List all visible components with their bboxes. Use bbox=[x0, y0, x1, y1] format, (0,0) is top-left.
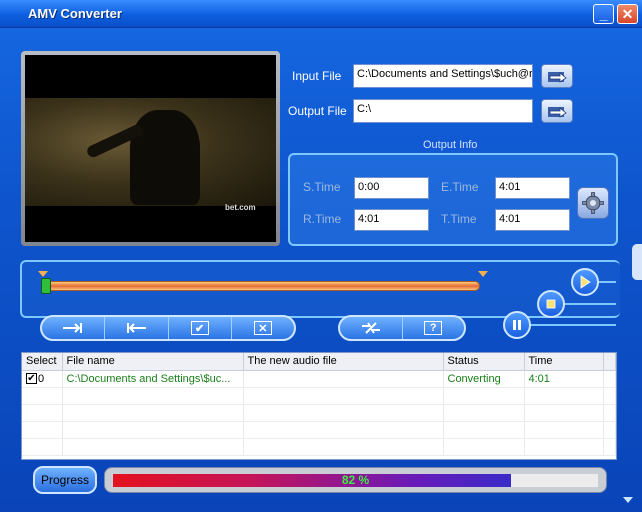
pause-icon bbox=[513, 320, 521, 330]
file-table: Select File name The new audio file Stat… bbox=[22, 353, 616, 456]
folder-arrow-icon bbox=[548, 107, 567, 118]
stop-button[interactable] bbox=[537, 290, 565, 318]
table-header-row: Select File name The new audio file Stat… bbox=[22, 353, 616, 371]
row-filler bbox=[603, 370, 616, 388]
play-button[interactable] bbox=[571, 268, 599, 296]
output-file-field[interactable]: C:\ bbox=[353, 99, 533, 123]
output-browse-button[interactable] bbox=[541, 99, 573, 123]
table-row[interactable]: ✔ 0 C:\Documents and Settings\$uc... Conv… bbox=[22, 370, 616, 388]
table-row bbox=[22, 421, 616, 439]
input-browse-button[interactable] bbox=[541, 64, 573, 88]
play-rail bbox=[596, 281, 616, 283]
t-time-field[interactable]: 4:01 bbox=[495, 209, 570, 231]
video-preview-frame: bet.com bbox=[21, 51, 280, 246]
close-icon: ✕ bbox=[621, 5, 634, 22]
progress-percent: 82 % bbox=[341, 473, 370, 487]
video-watermark: bet.com bbox=[225, 203, 256, 212]
r-time-label: R.Time bbox=[303, 212, 342, 226]
pause-rail bbox=[528, 324, 616, 326]
play-icon bbox=[580, 275, 591, 289]
pause-button[interactable] bbox=[503, 311, 531, 339]
s-time-field[interactable]: 0:00 bbox=[354, 177, 429, 199]
table-row bbox=[22, 387, 616, 405]
col-time[interactable]: Time bbox=[524, 353, 604, 371]
row-file-name: C:\Documents and Settings\$uc... bbox=[62, 370, 244, 388]
s-time-label: S.Time bbox=[303, 180, 341, 194]
e-time-label: E.Time bbox=[441, 180, 479, 194]
convert-button[interactable] bbox=[340, 317, 403, 339]
stop-rail bbox=[562, 303, 616, 305]
col-filler bbox=[603, 353, 616, 371]
input-file-label: Input File bbox=[292, 69, 342, 83]
minimize-icon: _ bbox=[599, 6, 608, 22]
col-new-audio-file[interactable]: The new audio file bbox=[243, 353, 444, 371]
gear-icon bbox=[582, 192, 604, 214]
video-preview: bet.com bbox=[25, 55, 276, 242]
input-file-field[interactable]: C:\Documents and Settings\$uch@r bbox=[353, 64, 533, 88]
set-start-button[interactable] bbox=[42, 317, 106, 339]
timeline-track[interactable] bbox=[44, 281, 480, 291]
window-title: AMV Converter bbox=[28, 6, 122, 21]
stop-icon bbox=[546, 299, 556, 309]
t-time-label: T.Time bbox=[441, 212, 477, 226]
help-button[interactable]: ? bbox=[403, 317, 465, 339]
row-select-cell[interactable]: ✔ 0 bbox=[22, 370, 63, 388]
convert-icon bbox=[361, 322, 380, 334]
col-status[interactable]: Status bbox=[443, 353, 525, 371]
check-all-icon: ✔ bbox=[190, 321, 209, 335]
check-all-button[interactable]: ✔ bbox=[169, 317, 232, 339]
start-marker[interactable] bbox=[38, 271, 48, 277]
end-marker[interactable] bbox=[478, 271, 488, 277]
timeline-slider-knob[interactable] bbox=[41, 278, 51, 294]
settings-button[interactable] bbox=[577, 187, 609, 219]
edit-toolbar: ✔ ✕ bbox=[40, 315, 296, 341]
set-end-button[interactable] bbox=[105, 317, 169, 339]
help-icon: ? bbox=[424, 321, 443, 335]
minimize-button[interactable]: _ bbox=[593, 4, 614, 24]
row-checkbox[interactable]: ✔ bbox=[26, 373, 37, 385]
output-file-label: Output File bbox=[288, 104, 347, 118]
uncheck-button[interactable]: ✕ bbox=[232, 317, 294, 339]
output-info-title: Output Info bbox=[420, 139, 481, 151]
output-info-group bbox=[288, 153, 618, 246]
uncheck-icon: ✕ bbox=[253, 321, 272, 335]
folder-arrow-icon bbox=[548, 72, 567, 83]
action-toolbar: ? bbox=[338, 315, 466, 341]
col-select[interactable]: Select bbox=[22, 353, 63, 371]
title-bar: AMV Converter _ ✕ bbox=[0, 0, 642, 28]
set-start-icon bbox=[63, 323, 83, 333]
set-end-icon bbox=[127, 323, 147, 333]
row-new-audio bbox=[243, 370, 444, 388]
row-index: 0 bbox=[38, 372, 45, 385]
progress-button[interactable]: Progress bbox=[33, 466, 97, 494]
e-time-field[interactable]: 4:01 bbox=[495, 177, 570, 199]
side-expand-tab[interactable] bbox=[632, 244, 642, 280]
col-file-name[interactable]: File name bbox=[62, 353, 244, 371]
expand-arrow-icon[interactable] bbox=[623, 497, 633, 503]
video-figure bbox=[130, 110, 200, 205]
file-list[interactable]: Select File name The new audio file Stat… bbox=[21, 352, 617, 460]
row-time: 4:01 bbox=[524, 370, 604, 388]
row-status: Converting bbox=[443, 370, 525, 388]
table-row bbox=[22, 404, 616, 422]
close-button[interactable]: ✕ bbox=[617, 4, 638, 24]
table-row bbox=[22, 438, 616, 456]
r-time-field[interactable]: 4:01 bbox=[354, 209, 429, 231]
